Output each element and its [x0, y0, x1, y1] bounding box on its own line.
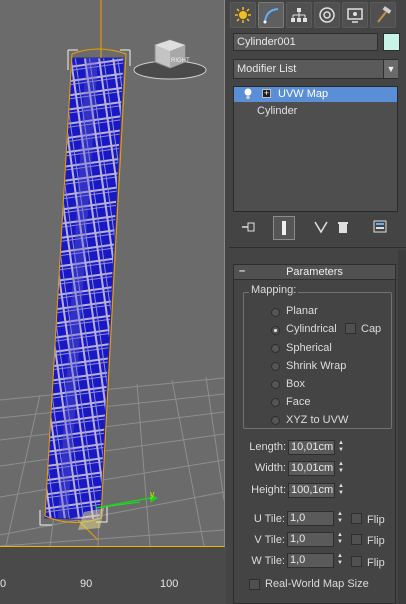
u-tile-field[interactable]: 1,0 — [287, 511, 334, 526]
w-tile-label: W Tile: — [251, 555, 285, 567]
utilities-icon — [377, 6, 392, 23]
cap-label: Cap — [361, 323, 382, 335]
viewcube-label: RIGHT — [171, 58, 190, 64]
label-spherical: Spherical — [286, 342, 332, 354]
pin-icon — [242, 222, 255, 232]
modifier-list-dropdown[interactable]: Modifier List — [233, 59, 398, 79]
chevron-down-icon[interactable]: ▼ — [383, 60, 398, 78]
command-panel-tabs — [230, 2, 406, 28]
w-flip-checkbox[interactable] — [351, 556, 362, 567]
length-spinner[interactable]: ▲ ▼ — [337, 440, 345, 455]
show-end-result-icon — [282, 221, 286, 235]
panel-separator — [229, 247, 406, 248]
real-world-map-size-checkbox[interactable] — [249, 579, 260, 590]
remove-modifier-button[interactable] — [333, 216, 353, 238]
v-flip-label: Flip — [367, 535, 385, 547]
create-tab[interactable] — [230, 2, 256, 28]
axis-y-label: y — [150, 489, 155, 499]
radio-cylindrical[interactable] — [271, 326, 280, 335]
height-label: Height: — [251, 484, 286, 496]
modify-tab[interactable] — [258, 2, 284, 28]
radio-spherical[interactable] — [271, 344, 280, 353]
w-flip-label: Flip — [367, 557, 385, 569]
cap-checkbox[interactable] — [345, 323, 356, 334]
modify-icon — [263, 8, 279, 24]
timeline-tick-0: 0 — [0, 578, 7, 590]
v-tile-label: V Tile: — [254, 534, 285, 546]
u-tile-spinner[interactable]: ▲ ▼ — [336, 511, 344, 526]
label-shrink-wrap: Shrink Wrap — [286, 360, 347, 372]
panel-scrollbar[interactable] — [398, 250, 406, 604]
width-field[interactable]: 10,01cm — [288, 461, 335, 476]
timeline-tick-90: 90 — [80, 578, 93, 590]
real-world-map-size-label: Real-World Map Size — [265, 578, 369, 590]
label-box: Box — [286, 378, 305, 390]
lightbulb-icon[interactable] — [244, 88, 252, 100]
object-color-swatch[interactable] — [383, 33, 400, 51]
configure-sets-icon — [373, 220, 387, 233]
pin-stack-button[interactable] — [239, 216, 259, 238]
stack-item-uvw-map[interactable]: + UVW Map — [234, 87, 397, 102]
label-planar: Planar — [286, 305, 318, 317]
length-field[interactable]: 10,01cm — [288, 440, 335, 455]
timeline-ruler[interactable] — [0, 547, 228, 604]
height-field[interactable]: 100,1cm — [288, 483, 335, 498]
home-grid — [0, 376, 224, 546]
radio-box[interactable] — [271, 380, 280, 389]
show-end-result-button[interactable] — [273, 216, 295, 240]
make-unique-icon — [314, 221, 328, 234]
stack-toolbar — [233, 216, 403, 240]
motion-icon — [319, 7, 335, 23]
motion-tab[interactable] — [314, 2, 340, 28]
v-flip-checkbox[interactable] — [351, 534, 362, 545]
configure-modifier-sets-button[interactable] — [371, 216, 391, 238]
u-flip-checkbox[interactable] — [351, 513, 362, 524]
label-xyz-to-uvw: XYZ to UVW — [286, 414, 349, 426]
trash-icon — [338, 222, 348, 233]
display-tab[interactable] — [342, 2, 368, 28]
timeline-tick-100: 100 — [160, 578, 179, 590]
w-tile-field[interactable]: 1,0 — [287, 553, 334, 568]
height-spinner[interactable]: ▲ ▼ — [337, 483, 345, 498]
label-cylindrical: Cylindrical — [286, 323, 337, 335]
object-name-field[interactable]: Cylinder001 — [233, 33, 378, 51]
radio-shrink-wrap[interactable] — [271, 362, 280, 371]
v-tile-spinner[interactable]: ▲ ▼ — [336, 532, 344, 547]
width-spinner[interactable]: ▲ ▼ — [337, 461, 345, 476]
perspective-viewport[interactable]: y RIGHT — [0, 0, 225, 547]
w-tile-spinner[interactable]: ▲ ▼ — [336, 553, 344, 568]
u-tile-label: U Tile: — [253, 513, 285, 525]
expand-icon[interactable]: + — [262, 89, 271, 98]
length-label: Length: — [249, 441, 286, 453]
viewport-scene: y RIGHT — [0, 0, 224, 546]
mapping-label: Mapping: — [249, 284, 299, 296]
u-flip-label: Flip — [367, 514, 385, 526]
radio-face[interactable] — [271, 398, 280, 407]
viewcube[interactable]: RIGHT — [133, 39, 207, 80]
hierarchy-icon — [291, 8, 307, 22]
make-unique-button[interactable] — [311, 216, 331, 238]
radio-planar[interactable] — [271, 308, 280, 317]
v-tile-field[interactable]: 1,0 — [287, 532, 334, 547]
utilities-tab[interactable] — [370, 2, 396, 28]
stack-item-label: UVW Map — [278, 88, 329, 100]
display-icon — [347, 8, 363, 23]
hierarchy-tab[interactable] — [286, 2, 312, 28]
label-face: Face — [286, 396, 311, 408]
stack-item-cylinder[interactable]: Cylinder — [257, 104, 297, 119]
create-icon — [235, 7, 251, 23]
radio-xyz-to-uvw[interactable] — [271, 416, 280, 425]
rollout-title: Parameters — [286, 266, 343, 278]
width-label: Width: — [254, 462, 286, 474]
